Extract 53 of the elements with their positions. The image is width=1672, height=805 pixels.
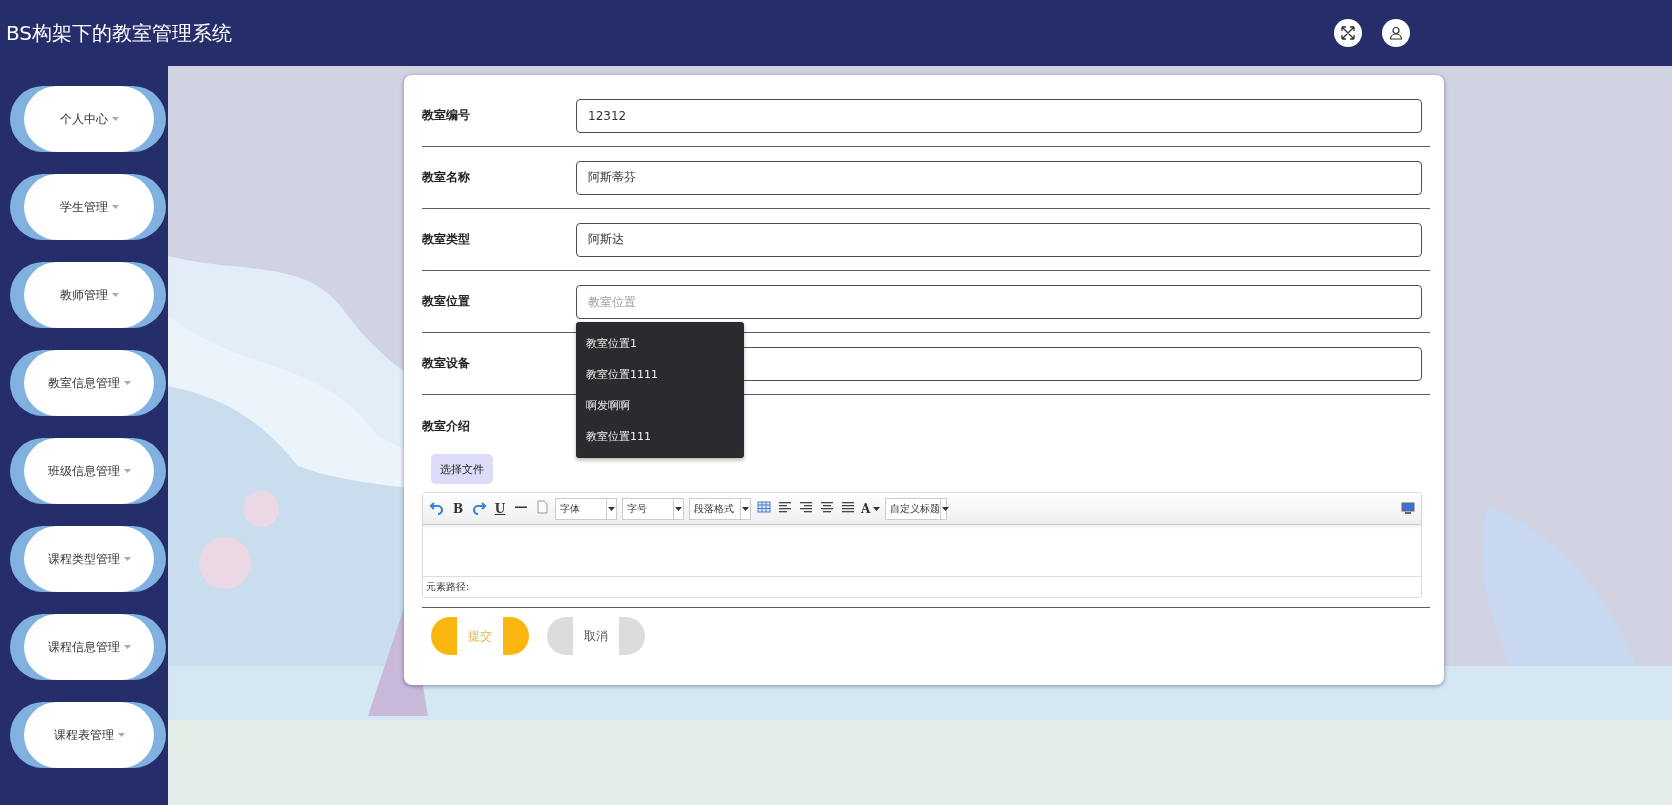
caret-icon [675, 506, 682, 511]
menu-button[interactable]: 课程信息管理 [10, 614, 166, 680]
caret-icon [123, 381, 131, 385]
format-tool[interactable]: U [492, 498, 508, 519]
cancel-button[interactable]: 取消 [547, 617, 645, 655]
input-field[interactable]: 教室位置 [576, 284, 1422, 319]
caret-icon [608, 506, 615, 511]
choose-file-button[interactable]: 选择文件 [431, 454, 493, 484]
field-label: 教室介绍 [422, 417, 471, 435]
fullscreen-button[interactable] [1334, 19, 1362, 47]
caret-icon [873, 506, 881, 511]
app-title: BS构架下的教室管理系统 [6, 19, 234, 47]
user-icon [1389, 26, 1403, 40]
toolbar-select[interactable]: 自定义标题 [885, 497, 948, 520]
font-color-tool[interactable]: A [861, 498, 881, 519]
toolbar-select[interactable]: 字号 [622, 497, 684, 520]
caret-icon [742, 506, 749, 511]
toolbar-select[interactable]: 字体 [555, 497, 617, 520]
suggestion-item[interactable]: 教室位置1 [576, 327, 744, 359]
input-field[interactable]: 12312 [576, 98, 1422, 133]
caret-icon [117, 733, 125, 737]
suggestion-item[interactable]: 教室位置1111 [576, 358, 744, 390]
field-label: 教室设备 [422, 355, 471, 372]
toolbar-select[interactable]: 段落格式 [689, 497, 751, 520]
caret-icon [111, 205, 119, 209]
caret-icon [111, 293, 119, 297]
expand-icon [1341, 26, 1355, 40]
element-path: 元素路径: [425, 580, 471, 594]
menu-button[interactable]: 学生管理 [10, 174, 166, 240]
field-label: 教室位置 [422, 293, 471, 310]
menu-button[interactable]: 课程类型管理 [10, 526, 166, 592]
suggestion-item[interactable]: 教室位置111 [576, 420, 744, 452]
table-icon[interactable] [756, 498, 772, 515]
monitor-icon[interactable] [1401, 502, 1415, 515]
rich-text-editor[interactable]: B U 字体 字号 段落格式 A 自定义标题 元素路径: [422, 492, 1422, 598]
caret-icon [123, 469, 131, 473]
user-button[interactable] [1382, 19, 1410, 47]
caret-icon [942, 506, 950, 511]
menu-button[interactable]: 个人中心 [10, 86, 166, 152]
menu-button[interactable]: 教室信息管理 [10, 350, 166, 416]
suggestion-item[interactable]: 啊发啊啊 [576, 389, 744, 421]
input-field[interactable]: 阿斯蒂芬 [576, 160, 1422, 195]
caret-icon [111, 117, 119, 121]
caret-icon [123, 645, 131, 649]
menu-button[interactable]: 教师管理 [10, 262, 166, 328]
format-tool[interactable]: B [450, 498, 466, 519]
menu-button[interactable]: 班级信息管理 [10, 438, 166, 504]
field-label: 教室名称 [422, 169, 471, 186]
caret-icon [123, 557, 131, 561]
menu-button[interactable]: 课程表管理 [10, 702, 166, 768]
field-label: 教室类型 [422, 231, 471, 248]
input-field[interactable]: 阿斯达 [576, 222, 1422, 257]
field-label: 教室编号 [422, 107, 471, 124]
